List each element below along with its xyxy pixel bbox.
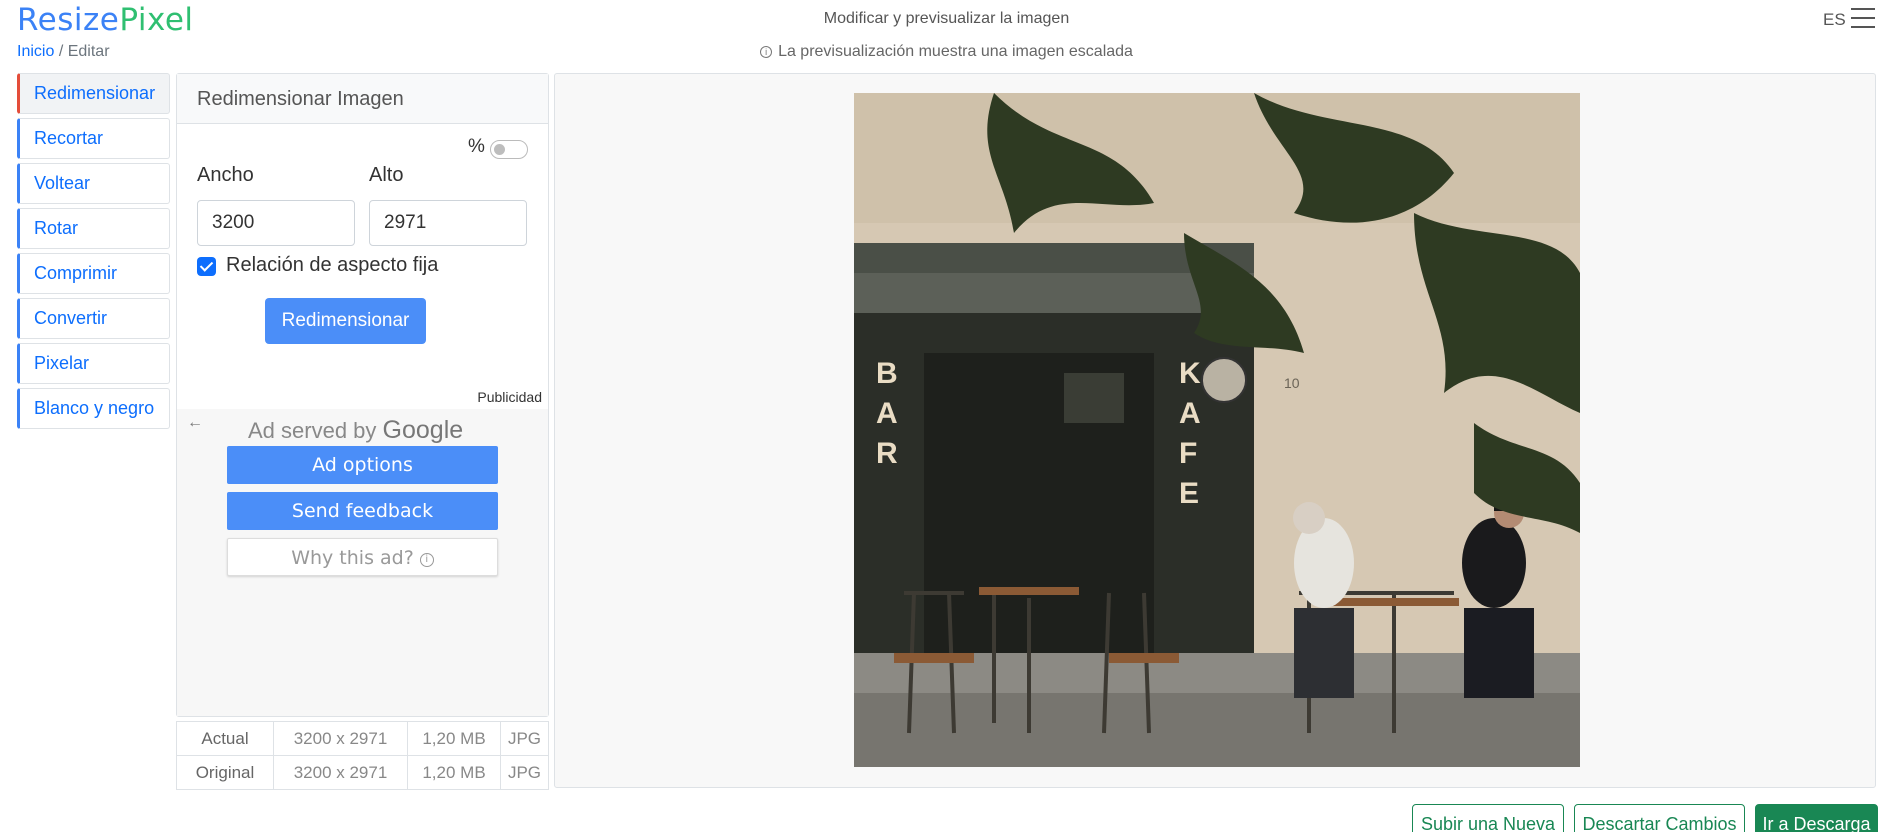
table-row: Actual 3200 x 2971 1,20 MB JPG bbox=[176, 721, 549, 756]
preview-note: i La previsualización muestra una imagen … bbox=[0, 43, 1893, 61]
resize-panel: Redimensionar Imagen % Ancho Alto 3200 2… bbox=[176, 73, 549, 717]
percent-toggle-row: % bbox=[468, 136, 538, 160]
sign-right-letter-3: F bbox=[1179, 437, 1197, 470]
sign-left-letter-2: A bbox=[876, 397, 898, 430]
ad-served-text: Ad served by bbox=[248, 418, 377, 443]
height-input[interactable]: 2971 bbox=[369, 200, 527, 246]
panel-title: Redimensionar Imagen bbox=[177, 74, 548, 124]
row-label: Original bbox=[176, 755, 274, 790]
format-cell: JPG bbox=[500, 755, 549, 790]
ad-feedback-button[interactable]: Send feedback bbox=[227, 492, 498, 530]
sidebar-item-black-white[interactable]: Blanco y negro bbox=[17, 388, 170, 429]
resize-button[interactable]: Redimensionar bbox=[265, 298, 426, 344]
percent-label: % bbox=[468, 136, 485, 157]
size-cell: 1,20 MB bbox=[407, 755, 501, 790]
upload-new-button[interactable]: Subir una Nueva bbox=[1412, 804, 1564, 832]
image-info-table: Actual 3200 x 2971 1,20 MB JPG Original … bbox=[176, 721, 549, 790]
aspect-ratio-label[interactable]: Relación de aspecto fija bbox=[226, 254, 438, 277]
sign-left-letter-3: R bbox=[876, 437, 898, 470]
menu-icon[interactable] bbox=[1851, 8, 1875, 28]
sign-right-letter-1: K bbox=[1179, 357, 1201, 390]
go-to-download-button[interactable]: Ir a Descarga bbox=[1755, 804, 1878, 832]
dimensions-cell: 3200 x 2971 bbox=[273, 721, 408, 756]
sidebar-item-crop[interactable]: Recortar bbox=[17, 118, 170, 159]
width-input[interactable]: 3200 bbox=[197, 200, 355, 246]
format-cell: JPG bbox=[500, 721, 549, 756]
preview-area: B A R K A F E 10 bbox=[554, 73, 1876, 788]
sidebar-item-flip[interactable]: Voltear bbox=[17, 163, 170, 204]
sidebar-item-convert[interactable]: Convertir bbox=[17, 298, 170, 339]
preview-image: B A R K A F E 10 bbox=[854, 93, 1580, 767]
ad-served-by: Ad served by Google bbox=[248, 416, 463, 445]
size-cell: 1,20 MB bbox=[407, 721, 501, 756]
sign-left-letter-1: B bbox=[876, 357, 898, 390]
ad-label: Publicidad bbox=[477, 389, 542, 405]
percent-toggle[interactable] bbox=[490, 140, 528, 159]
sidebar-item-rotate[interactable]: Rotar bbox=[17, 208, 170, 249]
width-label: Ancho bbox=[197, 164, 254, 186]
aspect-ratio-checkbox[interactable] bbox=[197, 257, 216, 276]
sidebar-item-resize[interactable]: Redimensionar bbox=[17, 73, 170, 114]
tool-sidebar: Redimensionar Recortar Voltear Rotar Com… bbox=[17, 73, 170, 433]
sign-right-letter-2: A bbox=[1179, 397, 1201, 430]
preview-note-text: La previsualización muestra una imagen e… bbox=[778, 43, 1133, 60]
table-row: Original 3200 x 2971 1,20 MB JPG bbox=[176, 755, 549, 790]
language-selector[interactable]: ES bbox=[1823, 10, 1846, 30]
ad-options-button[interactable]: Ad options bbox=[227, 446, 498, 484]
toggle-knob bbox=[494, 144, 505, 155]
dimensions-cell: 3200 x 2971 bbox=[273, 755, 408, 790]
google-logo: Google bbox=[382, 416, 464, 444]
height-label: Alto bbox=[369, 164, 404, 186]
why-this-ad-button[interactable]: Why this ad? i bbox=[227, 538, 498, 576]
sidebar-item-pixelate[interactable]: Pixelar bbox=[17, 343, 170, 384]
info-icon: i bbox=[760, 46, 773, 58]
discard-changes-button[interactable]: Descartar Cambios bbox=[1574, 804, 1745, 832]
arrow-left-icon[interactable]: ← bbox=[187, 414, 203, 432]
why-this-ad-label: Why this ad? bbox=[291, 547, 414, 569]
ad-container: ← Ad served by Google Ad options Send fe… bbox=[177, 409, 548, 716]
sign-right-letter-4: E bbox=[1179, 477, 1199, 510]
sidebar-item-compress[interactable]: Comprimir bbox=[17, 253, 170, 294]
page-title: Modificar y previsualizar la imagen bbox=[823, 10, 1070, 27]
info-icon: i bbox=[419, 553, 434, 567]
wall-number: 10 bbox=[1284, 375, 1300, 391]
row-label: Actual bbox=[176, 721, 274, 756]
